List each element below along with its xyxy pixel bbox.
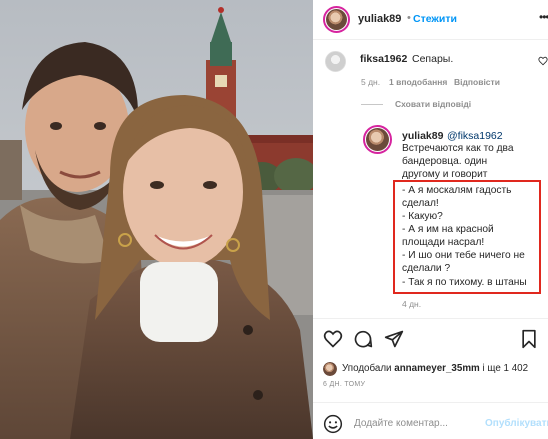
follow-button[interactable]: Стежити: [413, 13, 457, 25]
reply-username[interactable]: yuliak89: [402, 130, 443, 142]
liker-avatar[interactable]: [323, 362, 337, 376]
share-icon[interactable]: [384, 329, 404, 349]
comment-bubble-icon[interactable]: [353, 329, 373, 349]
reply-time[interactable]: 4 дн.: [402, 299, 421, 309]
post-age[interactable]: 6 ДН. ТОМУ: [323, 381, 365, 388]
save-bookmark-icon[interactable]: [519, 329, 539, 349]
post-header: yuliak89 • Стежити •••: [313, 0, 548, 40]
likes-summary[interactable]: Уподобали annameyer_35mm і ще 1 402: [323, 362, 548, 376]
commenter-username[interactable]: fiksa1962: [360, 53, 407, 65]
separator-dot: •: [407, 12, 411, 24]
comment-likes-count[interactable]: 1 вподобання: [389, 77, 447, 87]
comment-time[interactable]: 5 дн.: [361, 77, 380, 87]
hide-replies-toggle[interactable]: Сховати відповіді: [361, 98, 491, 112]
more-options-icon[interactable]: •••: [539, 10, 548, 24]
likes-text: Уподобали annameyer_35mm і ще 1 402: [342, 363, 528, 374]
commenter-avatar[interactable]: [325, 51, 346, 72]
comment-like-heart-icon[interactable]: [538, 56, 548, 66]
replies-divider-line: [361, 104, 383, 105]
reply-line: бандеровца. один: [402, 156, 488, 167]
author-username[interactable]: yuliak89: [358, 13, 401, 25]
author-avatar[interactable]: [323, 6, 350, 33]
post-photo[interactable]: [0, 0, 313, 439]
likes-suffix[interactable]: і ще 1 402: [483, 363, 529, 374]
likes-prefix: Уподобали: [342, 363, 392, 374]
liker-username[interactable]: annameyer_35mm: [394, 363, 480, 374]
selfie-image: [0, 0, 313, 439]
post-panel: yuliak89 • Стежити ••• fiksa1962 Сепары.…: [313, 0, 548, 439]
comment-input[interactable]: Додайте коментар...: [354, 418, 448, 429]
comment-text: Сепары.: [412, 53, 454, 65]
reply-line: другому и говорит: [402, 169, 488, 180]
emoji-icon[interactable]: [323, 414, 343, 434]
reply-line: Встречаются как то два: [402, 143, 514, 154]
reply-author-avatar[interactable]: [363, 125, 392, 154]
reply-mention[interactable]: @fiksa1962: [447, 130, 503, 142]
comment-composer: Додайте коментар... Опублікувати: [313, 402, 548, 439]
post-comment-button[interactable]: Опублікувати: [485, 418, 548, 429]
like-heart-icon[interactable]: [323, 329, 343, 349]
post-actions-bar: [313, 318, 548, 358]
hide-replies-label: Сховати відповіді: [395, 99, 472, 109]
comment-reply-button[interactable]: Відповісти: [454, 77, 500, 87]
highlight-box: [393, 180, 541, 294]
